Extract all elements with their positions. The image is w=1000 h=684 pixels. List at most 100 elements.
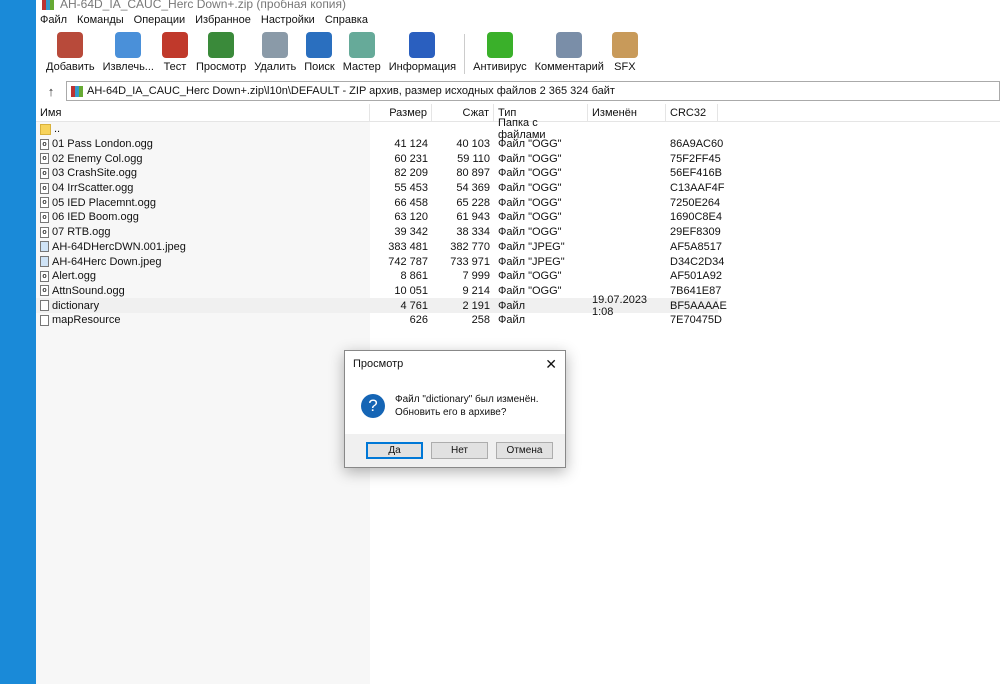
file-name: 06 IED Boom.ogg xyxy=(52,211,139,224)
toolbar-button-9[interactable]: Комментарий xyxy=(531,30,608,76)
yes-button[interactable]: Да xyxy=(366,442,423,459)
path-text: AH-64D_IA_CAUC_Herc Down+.zip\l10n\DEFAU… xyxy=(87,85,615,97)
ogg-file-icon: o xyxy=(40,197,49,209)
file-name-cell: o 05 IED Placemnt.ogg xyxy=(36,197,370,209)
file-packed: 382 770 xyxy=(450,240,490,253)
file-type: Файл "JPEG" xyxy=(498,255,565,268)
file-name: AH-64Herc Down.jpeg xyxy=(52,255,162,268)
file-row[interactable]: dictionary 4 761 2 191 Файл 19.07.2023 1… xyxy=(36,294,727,318)
winrar-window: AH-64D_IA_CAUC_Herc Down+.zip (пробная к… xyxy=(36,0,1000,684)
file-row[interactable]: AH-64Herc Down.jpeg 742 787 733 971 Файл… xyxy=(36,254,1000,269)
toolbar-label: Тест xyxy=(163,61,187,73)
file-row[interactable]: o 03 CrashSite.ogg 82 209 80 897 Файл "OG… xyxy=(36,166,1000,181)
file-type: Файл "JPEG" xyxy=(498,240,565,253)
toolbar-label: Мастер xyxy=(342,61,381,73)
file-crc: 1690C8E4 xyxy=(670,211,722,224)
menu-item-0[interactable]: Файл xyxy=(40,14,67,30)
toolbar-label: Комментарий xyxy=(534,61,604,73)
file-name-cell: o 07 RTB.ogg xyxy=(36,226,370,238)
file-packed: 9 214 xyxy=(462,284,490,297)
file-packed: 54 369 xyxy=(456,182,490,195)
file-crc: AF5A8517 xyxy=(670,240,722,253)
ogg-file-icon: o xyxy=(40,153,49,165)
wizard-wand-icon xyxy=(348,32,375,58)
toolbar-label: Антивирус xyxy=(473,61,527,73)
cancel-button[interactable]: Отмена xyxy=(496,442,553,459)
file-row[interactable]: o 02 Enemy Col.ogg 60 231 59 110 Файл "OG… xyxy=(36,151,1000,166)
toolbar-button-5[interactable]: Поиск xyxy=(300,30,338,76)
file-name: dictionary xyxy=(52,299,100,312)
address-bar: ↑ AH-64D_IA_CAUC_Herc Down+.zip\l10n\DEF… xyxy=(36,80,1000,102)
file-row[interactable]: AH-64DHercDWN.001.jpeg 383 481 382 770 Ф… xyxy=(36,240,1000,255)
file-name: mapResource xyxy=(52,314,121,327)
up-arrow-icon[interactable]: ↑ xyxy=(36,84,66,99)
no-button[interactable]: Нет xyxy=(431,442,488,459)
window-title: AH-64D_IA_CAUC_Herc Down+.zip (пробная к… xyxy=(60,0,347,11)
file-crc: BF5AAAAE xyxy=(670,299,727,312)
toolbar-button-3[interactable]: Просмотр xyxy=(192,30,250,76)
file-type: Файл "OGG" xyxy=(498,152,562,165)
menu-item-5[interactable]: Справка xyxy=(325,14,368,30)
file-row[interactable]: o 04 IrrScatter.ogg 55 453 54 369 Файл "O… xyxy=(36,181,1000,196)
test-clipboard-icon xyxy=(161,32,188,58)
desktop-background xyxy=(0,0,36,684)
file-name: 02 Enemy Col.ogg xyxy=(52,152,143,165)
ogg-file-icon: o xyxy=(40,182,49,194)
toolbar-button-1[interactable]: Извлечь... xyxy=(99,30,158,76)
toolbar-button-0[interactable]: Добавить xyxy=(42,30,99,76)
file-name: Alert.ogg xyxy=(52,270,97,283)
file-name: 07 RTB.ogg xyxy=(52,226,111,239)
toolbar-button-4[interactable]: Удалить xyxy=(250,30,300,76)
file-row[interactable]: mapResource 626 258 Файл 7E70475D xyxy=(36,313,1000,328)
file-name: 01 Pass London.ogg xyxy=(52,138,153,151)
file-name-cell: o 04 IrrScatter.ogg xyxy=(36,182,370,194)
file-crc: 7B641E87 xyxy=(670,284,722,297)
file-name-cell: o 02 Enemy Col.ogg xyxy=(36,153,370,165)
toolbar-button-8[interactable]: Антивирус xyxy=(469,30,530,76)
file-row[interactable]: o Alert.ogg 8 861 7 999 Файл "OGG" AF501A… xyxy=(36,269,1000,284)
column-header-modified[interactable]: Изменён xyxy=(588,103,666,122)
file-list[interactable]: Имя Размер Сжат Тип Изменён CRC32 .. Пап… xyxy=(36,103,1000,328)
file-type: Файл xyxy=(498,299,526,312)
menu-bar: Файл Команды Операции Избранное Настройки Спр… xyxy=(40,14,368,30)
column-header-crc[interactable]: CRC32 xyxy=(666,103,718,122)
file-type: Файл "OGG" xyxy=(498,138,562,151)
toolbar-button-2[interactable]: Тест xyxy=(158,30,192,76)
toolbar-button-6[interactable]: Мастер xyxy=(339,30,385,76)
toolbar-button-10[interactable]: SFX xyxy=(608,30,642,76)
column-header-name[interactable]: Имя xyxy=(36,103,370,122)
toolbar-label: Извлечь... xyxy=(102,61,154,73)
dialog-body: ? Файл "dictionary" был изменён. Обновить… xyxy=(345,377,565,435)
toolbar-separator xyxy=(464,34,466,74)
file-row[interactable]: .. Папка с файлами xyxy=(36,117,1000,141)
dialog-buttons: Да Нет Отмена xyxy=(345,434,565,467)
sfx-box-icon xyxy=(611,32,638,58)
comment-icon xyxy=(556,32,583,58)
file-crc: AF501A92 xyxy=(670,270,722,283)
file-row[interactable]: o 01 Pass London.ogg 41 124 40 103 Файл "… xyxy=(36,137,1000,152)
file-size: 60 231 xyxy=(394,152,428,165)
file-crc: 29EF8309 xyxy=(670,226,721,239)
close-icon[interactable]: ✕ xyxy=(545,356,557,373)
path-field[interactable]: AH-64D_IA_CAUC_Herc Down+.zip\l10n\DEFAU… xyxy=(66,81,1000,101)
file-packed: 733 971 xyxy=(450,255,490,268)
file-row[interactable]: o 07 RTB.ogg 39 342 38 334 Файл "OGG" 29E… xyxy=(36,225,1000,240)
jpeg-file-icon xyxy=(40,256,49,268)
menu-item-1[interactable]: Команды xyxy=(77,14,124,30)
menu-item-3[interactable]: Избранное xyxy=(195,14,251,30)
column-header-packed[interactable]: Сжат xyxy=(432,103,494,122)
file-size: 626 xyxy=(409,314,428,327)
ogg-file-icon: o xyxy=(40,167,49,179)
toolbar-button-7[interactable]: Информация xyxy=(385,30,460,76)
menu-item-2[interactable]: Операции xyxy=(134,14,185,30)
file-size: 10 051 xyxy=(394,284,428,297)
antivirus-bug-icon xyxy=(486,32,513,58)
file-packed: 61 943 xyxy=(456,211,490,224)
file-row[interactable]: o AttnSound.ogg 10 051 9 214 Файл "OGG" 7… xyxy=(36,284,1000,299)
file-packed: 80 897 xyxy=(456,167,490,180)
file-row[interactable]: o 05 IED Placemnt.ogg 66 458 65 228 Файл … xyxy=(36,195,1000,210)
file-row[interactable]: o 06 IED Boom.ogg 63 120 61 943 Файл "OGG… xyxy=(36,210,1000,225)
toolbar-label: Просмотр xyxy=(195,61,247,73)
column-header-size[interactable]: Размер xyxy=(370,103,432,122)
menu-item-4[interactable]: Настройки xyxy=(261,14,315,30)
